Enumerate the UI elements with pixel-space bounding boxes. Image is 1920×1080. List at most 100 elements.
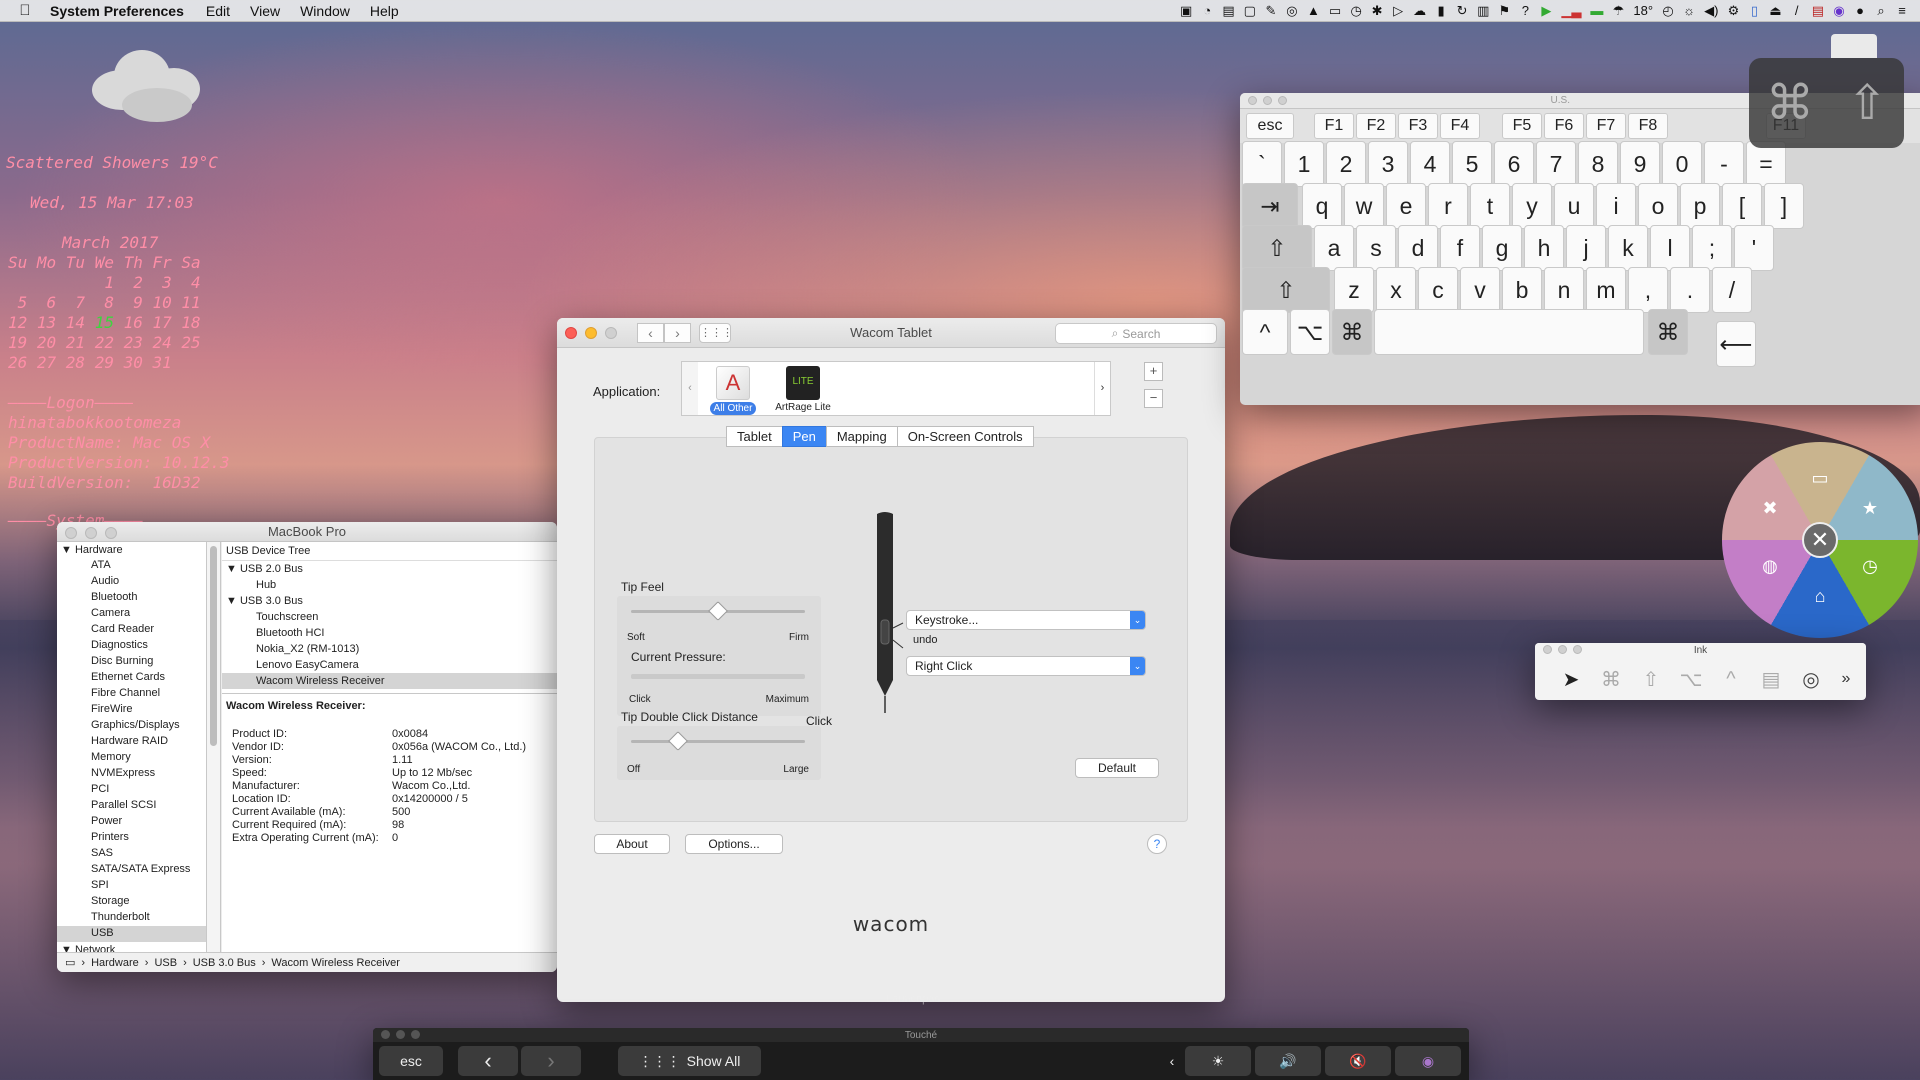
tab-mapping[interactable]: Mapping [825,426,898,447]
sidebar-item-nvmexpress[interactable]: NVMExpress [57,766,206,782]
key-row4[interactable]: / [1712,267,1752,313]
sidebar-scrollbar[interactable] [207,542,221,952]
key-row3[interactable]: h [1524,225,1564,271]
path-usb[interactable]: USB [154,957,177,969]
monitor2-status-icon[interactable]: ▥ [1477,3,1489,19]
weather-temp[interactable]: 18° [1633,3,1653,18]
caps-lock-key[interactable]: ⇧ [1242,225,1312,271]
zoom-button[interactable] [105,527,117,539]
app-all-other[interactable]: A All Other [702,366,764,415]
zoom-button[interactable] [605,327,617,339]
key-f3[interactable]: F3 [1398,113,1438,139]
globe-icon[interactable]: ◍ [1758,556,1782,577]
key-f5[interactable]: F5 [1502,113,1542,139]
key-row1[interactable]: 1 [1284,141,1324,187]
eject-status-icon[interactable]: ⏏ [1769,3,1781,19]
wacom-status-icon[interactable]: ▣ [1180,3,1192,19]
clock-status-icon[interactable]: ◷ [1350,3,1362,19]
touchbar-forward-icon[interactable]: › [521,1046,581,1076]
minimize-button[interactable] [396,1030,405,1039]
sidebar-item-pci[interactable]: PCI [57,782,206,798]
key-f1[interactable]: F1 [1314,113,1354,139]
tab-tablet[interactable]: Tablet [726,426,783,447]
key-f4[interactable]: F4 [1440,113,1480,139]
default-button[interactable]: Default [1075,758,1159,778]
touchbar-collapse-icon[interactable]: ‹ [1161,1046,1183,1076]
double-click-slider[interactable] [631,740,805,743]
key-row3[interactable]: g [1482,225,1522,271]
sidebar-item-disc-burning[interactable]: Disc Burning [57,654,206,670]
option-icon[interactable]: ⌥ [1671,667,1711,692]
sidebar-item-memory[interactable]: Memory [57,750,206,766]
close-button[interactable] [65,527,77,539]
cloud-status-icon[interactable]: ☁ [1413,3,1426,19]
tab-key[interactable]: ⇥ [1242,183,1298,229]
option-key[interactable]: ⌥ [1290,309,1330,355]
play-status-icon[interactable]: ▷ [1392,3,1404,19]
wacom-titlebar[interactable]: ‹ › ⋮⋮⋮ Wacom Tablet ⌕ Search [557,318,1225,348]
search-icon[interactable]: ⌕ [1875,3,1887,19]
sidebar-item-printers[interactable]: Printers [57,830,206,846]
sidebar-hardware-header[interactable]: ▼ Hardware [57,542,206,558]
usb-status-icon[interactable]: ▯ [1748,3,1760,19]
pen-status-icon[interactable]: ✎ [1265,3,1277,19]
search-field[interactable]: ⌕ Search [1055,323,1217,344]
touchbar-esc[interactable]: esc [379,1046,443,1076]
zoom-button[interactable] [1278,96,1287,105]
control-icon[interactable]: ^ [1711,668,1751,691]
key-row2[interactable]: o [1638,183,1678,229]
key-row2[interactable]: p [1680,183,1720,229]
command-icon[interactable]: ⌘ [1591,667,1631,692]
app-artrage-lite[interactable]: LITE ArtRage Lite [772,366,834,413]
back-button[interactable]: ‹ [637,323,664,343]
clock-icon[interactable]: ◷ [1858,556,1882,577]
touchbar-brightness-icon[interactable]: ☀ [1185,1046,1251,1076]
touchbar-mute-icon[interactable]: 🔇 [1325,1046,1391,1076]
help-icon[interactable]: ◎ [1791,667,1831,692]
path-usb3[interactable]: USB 3.0 Bus [193,957,256,969]
key-row3[interactable]: ' [1734,225,1774,271]
sidebar-item-sas[interactable]: SAS [57,846,206,862]
radial-close-icon[interactable]: ✕ [1802,522,1838,558]
refresh-status-icon[interactable]: ↻ [1456,3,1468,19]
shift-key[interactable]: ⇧ [1242,267,1330,313]
lower-button-dropdown[interactable]: Right Click ⌄ [906,656,1146,676]
key-row3[interactable]: ; [1692,225,1732,271]
usb-tree-row[interactable]: Nokia_X2 (RM-1013) [222,641,557,657]
tools-icon[interactable]: ✖ [1758,498,1782,519]
key-row4[interactable]: x [1376,267,1416,313]
volume-status-icon[interactable]: ◀) [1704,3,1718,19]
touchbar-show-all[interactable]: ⋮⋮⋮ Show All [618,1046,761,1076]
close-button[interactable] [1248,96,1257,105]
tip-feel-thumb[interactable] [708,601,728,621]
key-row1[interactable]: - [1704,141,1744,187]
sidebar-item-sata-sata-express[interactable]: SATA/SATA Express [57,862,206,878]
key-f8[interactable]: F8 [1628,113,1668,139]
key-row2[interactable]: u [1554,183,1594,229]
sidebar-item-diagnostics[interactable]: Diagnostics [57,638,206,654]
upper-button-dropdown[interactable]: Keystroke... ⌄ [906,610,1146,630]
sidebar-item-storage[interactable]: Storage [57,894,206,910]
key-row1[interactable]: 9 [1620,141,1660,187]
usb-tree-row[interactable]: ▼ USB 2.0 Bus [222,561,557,577]
bar-status-icon[interactable]: ▁▃ [1561,3,1581,19]
key-row3[interactable]: s [1356,225,1396,271]
help-menu[interactable]: Help [370,3,399,19]
sidebar-item-firewire[interactable]: FireWire [57,702,206,718]
usb-tree-row[interactable]: Lenovo EasyCamera [222,657,557,673]
star-status-icon[interactable]: ✱ [1371,3,1383,19]
star-icon[interactable]: ★ [1858,498,1882,519]
more-icon[interactable]: » [1831,670,1861,688]
sidebar-item-graphics-displays[interactable]: Graphics/Displays [57,718,206,734]
time-status-icon[interactable]: ◴ [1662,3,1674,19]
app-menu[interactable]: System Preferences [50,3,184,19]
sidebar-item-card-reader[interactable]: Card Reader [57,622,206,638]
home-icon[interactable]: ⌂ [1808,586,1832,607]
key-row3[interactable]: d [1398,225,1438,271]
right-command-key[interactable]: ⌘ [1648,309,1688,355]
key-row4[interactable]: b [1502,267,1542,313]
sidebar-item-spi[interactable]: SPI [57,878,206,894]
sidebar-item-thunderbolt[interactable]: Thunderbolt [57,910,206,926]
help-status-icon[interactable]: ? [1519,3,1531,18]
key-f7[interactable]: F7 [1586,113,1626,139]
